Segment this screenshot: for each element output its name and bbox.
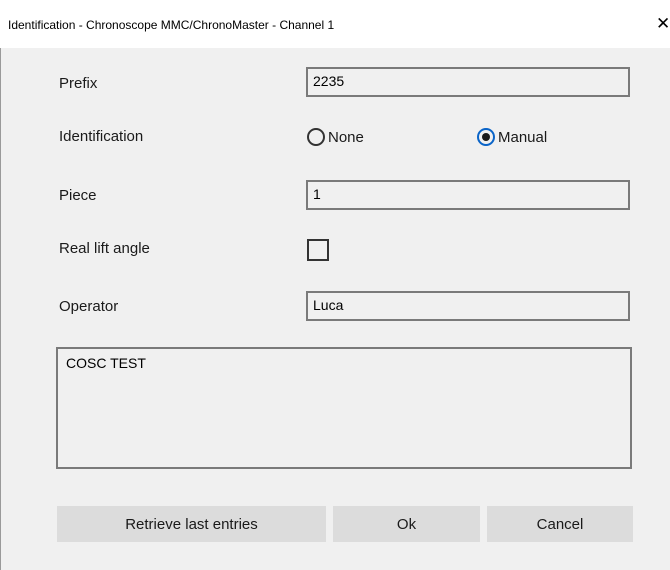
piece-input[interactable]: 1: [306, 180, 630, 210]
radio-circle-none[interactable]: [307, 128, 325, 146]
cancel-button[interactable]: Cancel: [487, 506, 633, 542]
title-bar: Identification - Chronoscope MMC/ChronoM…: [0, 0, 670, 48]
window-border: [0, 48, 1, 570]
operator-input[interactable]: Luca: [306, 291, 630, 321]
prefix-label: Prefix: [59, 75, 98, 92]
operator-value: Luca: [313, 297, 344, 313]
identification-label: Identification: [59, 128, 144, 145]
radio-label-manual: Manual: [498, 128, 548, 146]
identification-dialog: Identification - Chronoscope MMC/ChronoM…: [0, 0, 670, 570]
real-lift-angle-label: Real lift angle: [59, 240, 150, 257]
window-title: Identification - Chronoscope MMC/ChronoM…: [8, 18, 335, 32]
piece-value: 1: [313, 186, 321, 202]
real-lift-angle-checkbox[interactable]: [307, 239, 329, 261]
prefix-input[interactable]: 2235: [306, 67, 630, 97]
piece-label: Piece: [59, 187, 97, 204]
operator-label: Operator: [59, 298, 119, 315]
radio-circle-manual[interactable]: [477, 128, 495, 146]
radio-label-none: None: [328, 128, 364, 146]
close-icon[interactable]: ✕: [656, 12, 670, 36]
comment-value: COSC TEST: [66, 355, 146, 371]
identification-none-radio[interactable]: None: [307, 125, 364, 149]
ok-button[interactable]: Ok: [333, 506, 480, 542]
prefix-value: 2235: [313, 73, 345, 89]
comment-textarea[interactable]: COSC TEST: [56, 347, 632, 469]
identification-manual-radio[interactable]: Manual: [477, 125, 547, 149]
retrieve-last-entries-button[interactable]: Retrieve last entries: [57, 506, 326, 542]
